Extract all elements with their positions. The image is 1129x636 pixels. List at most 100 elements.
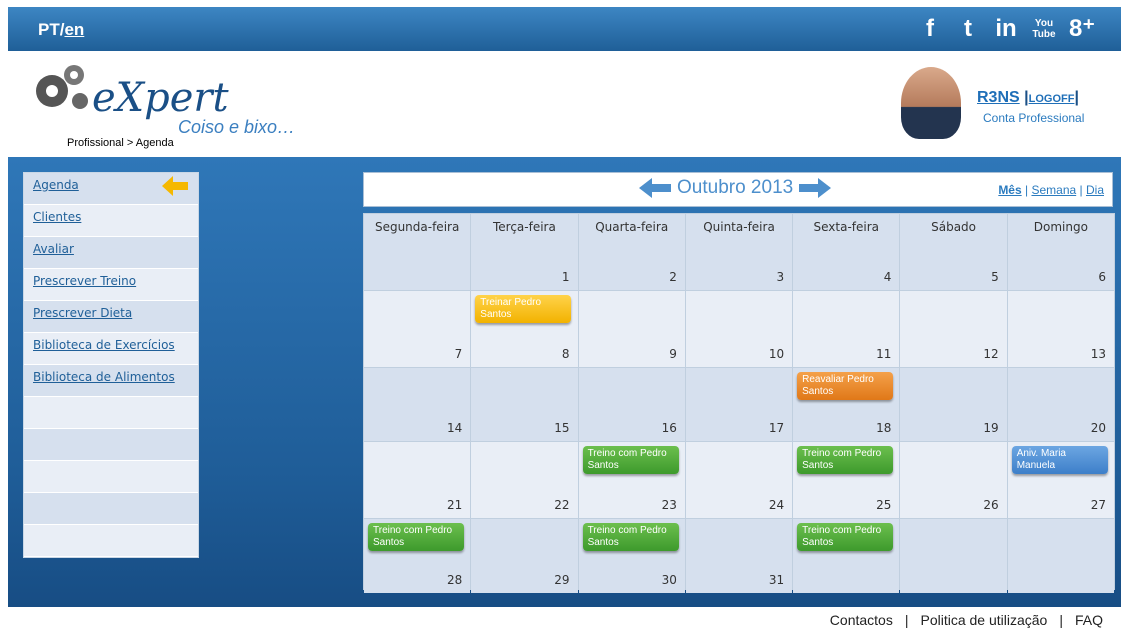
calendar-day-cell[interactable]: 25 Treino com Pedro Santos	[793, 442, 900, 518]
calendar-day-cell[interactable]: 9	[578, 291, 685, 367]
account-type: Conta Professional	[983, 111, 1085, 125]
calendar-day-cell[interactable]: Segunda-feira	[364, 214, 471, 290]
calendar-day-cell[interactable]: 26	[900, 442, 1007, 518]
policy-link[interactable]: Politica de utilização	[920, 612, 1047, 628]
calendar-day-cell[interactable]: Domingo 6	[1007, 214, 1114, 290]
twitter-icon[interactable]: t	[949, 13, 987, 45]
calendar-day-cell[interactable]: Quarta-feira 2	[578, 214, 685, 290]
view-week-link[interactable]: Semana	[1031, 183, 1076, 197]
calendar-day-cell[interactable]	[1007, 519, 1114, 593]
next-month-icon[interactable]	[799, 178, 832, 198]
day-number: 26	[983, 498, 999, 512]
calendar-day-cell[interactable]: 21	[364, 442, 471, 518]
calendar-day-cell[interactable]: 11	[793, 291, 900, 367]
sidebar-item-label[interactable]: Biblioteca de Alimentos	[33, 370, 175, 384]
calendar-day-cell[interactable]: 30 Treino com Pedro Santos	[578, 519, 685, 593]
calendar-day-cell[interactable]	[900, 519, 1007, 593]
calendar-day-cell[interactable]: 27 Aniv. Maria Manuela	[1007, 442, 1114, 518]
youtube-icon[interactable]: You Tube	[1025, 13, 1063, 45]
logoff-link[interactable]: LOGOFF	[1029, 93, 1075, 105]
calendar-day-cell[interactable]: Quinta-feira 3	[685, 214, 793, 290]
separator: |	[1059, 612, 1063, 628]
calendar-day-cell[interactable]: 28 Treino com Pedro Santos	[364, 519, 471, 593]
sidebar-item-biblioteca-exercicios[interactable]: Biblioteca de Exercícios	[24, 333, 198, 365]
sidebar-item-label[interactable]: Avaliar	[33, 242, 74, 256]
linkedin-icon[interactable]: in	[987, 13, 1025, 45]
language-switch[interactable]: PT/en	[38, 20, 84, 40]
main-area: Agenda Clientes Avaliar Prescrever Trein…	[8, 157, 1121, 607]
calendar-event[interactable]: Aniv. Maria Manuela	[1011, 446, 1108, 474]
calendar-day-cell[interactable]: 14	[364, 368, 471, 441]
calendar-day-cell[interactable]: 18 Reavaliar Pedro Santos	[793, 368, 900, 441]
sidebar-item-avaliar[interactable]: Avaliar	[24, 237, 198, 269]
lang-pt[interactable]: PT/	[38, 20, 64, 39]
google-plus-icon[interactable]: 8⁺	[1063, 13, 1101, 45]
day-number: 3	[776, 270, 785, 284]
user-name-link[interactable]: R3NS	[977, 89, 1020, 106]
day-number: 30	[661, 573, 677, 587]
calendar-event[interactable]: Treino com Pedro Santos	[797, 446, 894, 474]
calendar-day-cell[interactable]: 24	[685, 442, 793, 518]
view-day-link[interactable]: Dia	[1086, 183, 1104, 197]
logo-name: eXpert	[92, 75, 229, 121]
calendar-day-cell[interactable]: Sábado 5	[900, 214, 1007, 290]
calendar-day-cell[interactable]: 12	[900, 291, 1007, 367]
calendar-day-cell[interactable]: 7	[364, 291, 471, 367]
calendar-event[interactable]: Treino com Pedro Santos	[368, 523, 464, 551]
calendar-day-cell[interactable]: Treino com Pedro Santos	[793, 519, 900, 593]
user-panel: R3NS |LOGOFF| Conta Professional	[901, 61, 1101, 146]
faq-link[interactable]: FAQ	[1075, 612, 1103, 628]
sidebar-item-agenda[interactable]: Agenda	[24, 173, 198, 205]
calendar-event[interactable]: Treino com Pedro Santos	[797, 523, 894, 551]
calendar-day-cell[interactable]: 29	[471, 519, 578, 593]
sidebar-item-prescrever-dieta[interactable]: Prescrever Dieta	[24, 301, 198, 333]
day-number: 25	[876, 498, 892, 512]
view-month-link[interactable]: Mês	[998, 183, 1021, 197]
calendar-event[interactable]: Treino com Pedro Santos	[582, 523, 679, 551]
facebook-icon[interactable]: f	[911, 13, 949, 45]
calendar-day-cell[interactable]: 8 Treinar Pedro Santos	[471, 291, 578, 367]
calendar-event[interactable]: Reavaliar Pedro Santos	[797, 372, 894, 400]
sidebar-item-label[interactable]: Clientes	[33, 210, 81, 224]
calendar-day-cell[interactable]: 19	[900, 368, 1007, 441]
calendar-day-cell[interactable]: 16	[578, 368, 685, 441]
calendar-day-cell[interactable]: 10	[685, 291, 793, 367]
calendar-day-cell[interactable]: 22	[471, 442, 578, 518]
day-number: 18	[876, 421, 892, 435]
calendar-day-cell[interactable]: 13	[1007, 291, 1114, 367]
calendar-day-cell[interactable]: Sexta-feira 4	[793, 214, 900, 290]
sidebar-item-clientes[interactable]: Clientes	[24, 205, 198, 237]
day-number: 29	[554, 573, 570, 587]
day-number: 14	[447, 421, 463, 435]
day-number: 7	[454, 347, 463, 361]
sidebar-item-label[interactable]: Prescrever Dieta	[33, 306, 132, 320]
header: eXpert Coiso e bixo… Profissional > Agen…	[8, 51, 1121, 157]
calendar-day-cell[interactable]: 17	[685, 368, 793, 441]
calendar-day-cell[interactable]: 15	[471, 368, 578, 441]
sidebar-item-empty	[24, 429, 198, 461]
separator: |	[1025, 183, 1029, 197]
sidebar-item-label[interactable]: Prescrever Treino	[33, 274, 136, 288]
sidebar-item-biblioteca-alimentos[interactable]: Biblioteca de Alimentos	[24, 365, 198, 397]
footer: Contactos | Politica de utilização | FAQ	[830, 612, 1103, 628]
calendar-event[interactable]: Treino com Pedro Santos	[582, 446, 679, 474]
weekday-header: Quinta-feira	[703, 220, 775, 234]
calendar-event[interactable]: Treinar Pedro Santos	[475, 295, 572, 323]
calendar-day-cell[interactable]: Terça-feira 1	[471, 214, 578, 290]
calendar-day-cell[interactable]: 23 Treino com Pedro Santos	[578, 442, 685, 518]
day-number: 31	[768, 573, 785, 587]
sidebar-item-label[interactable]: Biblioteca de Exercícios	[33, 338, 175, 352]
weekday-header: Sexta-feira	[813, 220, 880, 234]
sidebar-item-prescrever-treino[interactable]: Prescrever Treino	[24, 269, 198, 301]
contacts-link[interactable]: Contactos	[830, 612, 893, 628]
calendar-day-cell[interactable]: 31	[685, 519, 793, 593]
day-number: 20	[1090, 421, 1106, 435]
prev-month-icon[interactable]	[639, 178, 671, 198]
day-number: 9	[669, 347, 677, 361]
day-number: 6	[1098, 270, 1106, 284]
lang-en-link[interactable]: en	[64, 20, 84, 39]
day-number: 17	[768, 421, 785, 435]
calendar-day-cell[interactable]: 20	[1007, 368, 1114, 441]
day-number: 4	[883, 270, 892, 284]
sidebar-item-label[interactable]: Agenda	[33, 178, 79, 192]
